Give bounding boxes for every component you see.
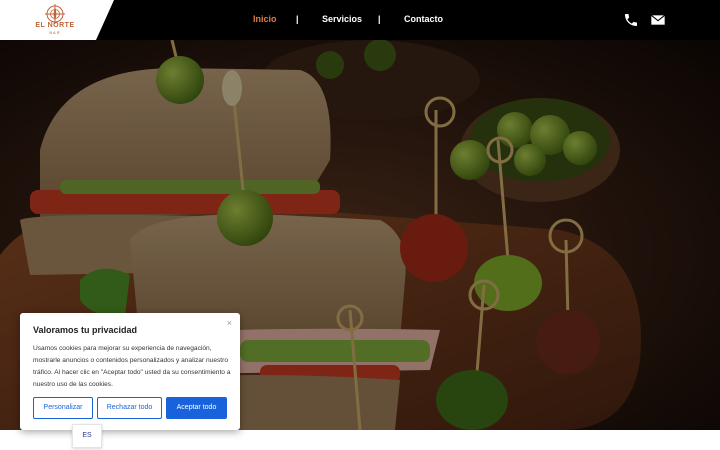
cookie-consent-banner: Valoramos tu privacidad × Usamos cookies… (20, 313, 240, 430)
phone-icon[interactable] (623, 12, 639, 28)
page: EL NORTE BAR Inicio | Servicios | Contac… (0, 0, 720, 450)
logo[interactable]: EL NORTE BAR (0, 0, 114, 40)
nav-item-contacto[interactable]: Contacto (404, 13, 443, 26)
cookie-description: Usamos cookies para mejorar su experienc… (33, 345, 231, 388)
accept-all-button[interactable]: Aceptar todo (166, 397, 227, 419)
site-header: EL NORTE BAR Inicio | Servicios | Contac… (0, 0, 720, 40)
cookie-title: Valoramos tu privacidad (33, 325, 138, 335)
reject-all-button[interactable]: Rechazar todo (97, 397, 162, 419)
logo-name: EL NORTE (35, 22, 75, 29)
customize-button[interactable]: Personalizar (33, 397, 93, 419)
envelope-icon[interactable] (650, 12, 666, 28)
language-selector[interactable]: ES (72, 424, 102, 448)
nav-item-inicio[interactable]: Inicio (253, 13, 277, 26)
close-icon[interactable]: × (227, 318, 232, 328)
logo-tagline: BAR (49, 30, 61, 35)
nav-item-servicios[interactable]: Servicios (322, 13, 362, 26)
nav-separator: | (378, 14, 381, 24)
nav-separator: | (296, 14, 299, 24)
